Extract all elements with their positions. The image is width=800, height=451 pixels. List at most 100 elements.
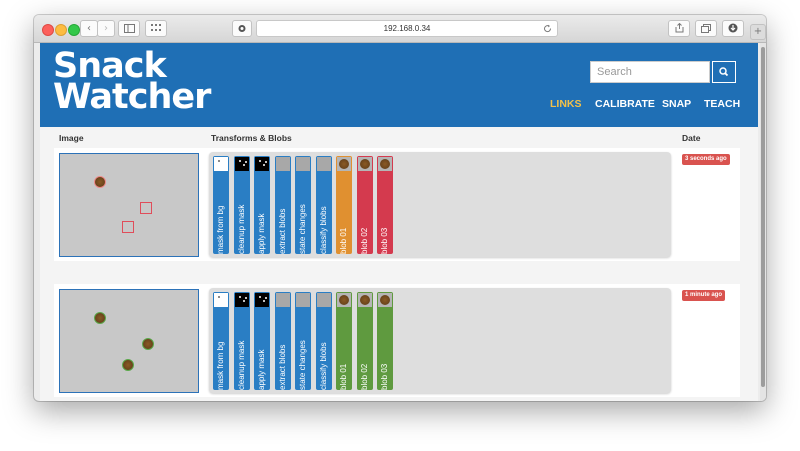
browser-window: ‹ › 192.168.0.34 + Snack Watcher Search … xyxy=(34,15,766,401)
nav-snap[interactable]: SNAP xyxy=(662,98,691,110)
date-badge: 3 seconds ago xyxy=(682,154,730,165)
transform-strip[interactable]: cleanup mask xyxy=(233,292,250,390)
transform-label: blob 01 xyxy=(339,227,348,254)
tabs-button[interactable] xyxy=(695,20,717,37)
transform-strip[interactable]: extract blobs xyxy=(274,292,291,390)
share-button[interactable] xyxy=(668,20,690,37)
nav-teach[interactable]: TEACH xyxy=(704,98,740,110)
mask-dot xyxy=(263,300,265,302)
transform-strip[interactable]: apply mask xyxy=(254,292,270,390)
transforms-panel: mask from bg cleanup mask apply mask extrac… xyxy=(209,152,671,257)
transform-strip[interactable]: blob 03 xyxy=(377,292,393,390)
reload-icon xyxy=(544,24,552,33)
transforms-panel: mask from bg cleanup mask apply mask extrac… xyxy=(209,288,671,393)
detected-blob xyxy=(142,338,154,350)
transform-thumbnail xyxy=(296,293,310,307)
mask-dot xyxy=(238,296,241,298)
mask-dot xyxy=(259,296,261,298)
transform-label: extract blobs xyxy=(277,344,287,390)
transform-strip[interactable]: blob 01 xyxy=(336,156,352,254)
mask-dot xyxy=(218,296,220,298)
transform-strip[interactable]: state changes xyxy=(295,292,311,390)
mask-dot xyxy=(242,164,245,166)
transform-label: mask from bg xyxy=(216,341,225,390)
transform-strip[interactable]: mask from bg xyxy=(213,156,229,254)
mask-dot xyxy=(244,297,247,299)
transform-strip[interactable]: apply mask xyxy=(254,156,270,254)
close-window-button[interactable] xyxy=(42,24,54,36)
transform-strip[interactable]: mask from bg xyxy=(213,292,229,390)
transform-thumbnail xyxy=(275,157,290,171)
transform-strip[interactable]: cleanup mask xyxy=(233,156,250,254)
transform-thumbnail xyxy=(316,157,331,171)
transform-thumbnail xyxy=(214,157,228,171)
transform-thumbnail xyxy=(275,293,290,307)
transform-label: blob 02 xyxy=(359,363,369,390)
transform-label: state changes xyxy=(298,340,307,390)
transform-thumbnail xyxy=(255,157,269,171)
empty-blob-marker xyxy=(122,221,134,233)
transform-label: cleanup mask xyxy=(236,204,246,254)
transform-label: blob 02 xyxy=(359,227,369,254)
mask-dot xyxy=(259,160,261,162)
transform-thumbnail xyxy=(357,293,372,307)
transform-strip[interactable]: classify blobs xyxy=(315,156,332,254)
minimize-window-button[interactable] xyxy=(55,24,67,36)
search-icon xyxy=(719,67,729,77)
transform-strip[interactable]: blob 03 xyxy=(377,156,393,254)
mask-dot xyxy=(265,297,267,299)
forward-button[interactable]: › xyxy=(97,20,115,37)
blob-thumbnail xyxy=(339,159,349,169)
column-header-date: Date xyxy=(682,133,701,143)
detected-blob xyxy=(94,176,106,188)
transform-label: blob 01 xyxy=(339,363,348,390)
privacy-button[interactable] xyxy=(232,20,252,37)
url-text: 192.168.0.34 xyxy=(383,24,431,33)
snapshot-image[interactable] xyxy=(59,153,199,257)
chevron-left-icon: ‹ xyxy=(87,23,91,34)
table-row: mask from bg cleanup mask apply mask extrac… xyxy=(54,284,740,397)
address-bar[interactable]: 192.168.0.34 xyxy=(256,20,558,37)
shield-icon xyxy=(238,25,246,32)
transform-label: blob 03 xyxy=(380,227,389,254)
transform-label: apply mask xyxy=(257,213,266,254)
nav-links[interactable]: LINKS xyxy=(550,98,582,110)
transform-thumbnail xyxy=(337,293,351,307)
zoom-window-button[interactable] xyxy=(68,24,80,36)
tabs-overview-button[interactable] xyxy=(145,20,167,37)
snapshot-image[interactable] xyxy=(59,289,199,393)
transform-thumbnail xyxy=(316,293,331,307)
new-tab-button[interactable]: + xyxy=(750,24,766,40)
plus-icon: + xyxy=(753,26,763,37)
nav-calibrate[interactable]: CALIBRATE xyxy=(595,98,655,110)
mask-dot xyxy=(265,161,267,163)
transform-label: apply mask xyxy=(257,349,266,390)
mask-dot xyxy=(238,160,241,162)
sidebar-icon xyxy=(123,24,135,33)
transform-label: classify blobs xyxy=(318,206,328,254)
transform-thumbnail xyxy=(234,293,249,307)
detected-blob xyxy=(94,312,106,324)
search-input[interactable] xyxy=(590,61,710,83)
transform-strip[interactable]: extract blobs xyxy=(274,156,291,254)
back-button[interactable]: ‹ xyxy=(80,20,98,37)
blob-thumbnail xyxy=(359,159,370,169)
browser-toolbar: ‹ › 192.168.0.34 + xyxy=(34,15,766,43)
downloads-button[interactable] xyxy=(722,20,744,37)
logo[interactable]: Snack Watcher xyxy=(53,49,211,115)
date-badge: 1 minute ago xyxy=(682,290,726,301)
web-page: Snack Watcher LINKS CALIBRATE SNAP TEACH… xyxy=(40,43,758,401)
transform-strip[interactable]: blob 02 xyxy=(356,292,373,390)
transform-strip[interactable]: blob 01 xyxy=(336,292,352,390)
transform-strip[interactable]: classify blobs xyxy=(315,292,332,390)
transform-strip[interactable]: blob 02 xyxy=(356,156,373,254)
scrollbar-thumb[interactable] xyxy=(761,47,765,387)
transform-label: mask from bg xyxy=(216,205,225,254)
mask-dot xyxy=(263,164,265,166)
transform-label: classify blobs xyxy=(318,342,328,390)
transform-strip[interactable]: state changes xyxy=(295,156,311,254)
sidebar-button[interactable] xyxy=(118,20,140,37)
empty-blob-marker xyxy=(140,202,152,214)
mask-dot xyxy=(244,161,247,163)
search-button[interactable] xyxy=(712,61,736,83)
